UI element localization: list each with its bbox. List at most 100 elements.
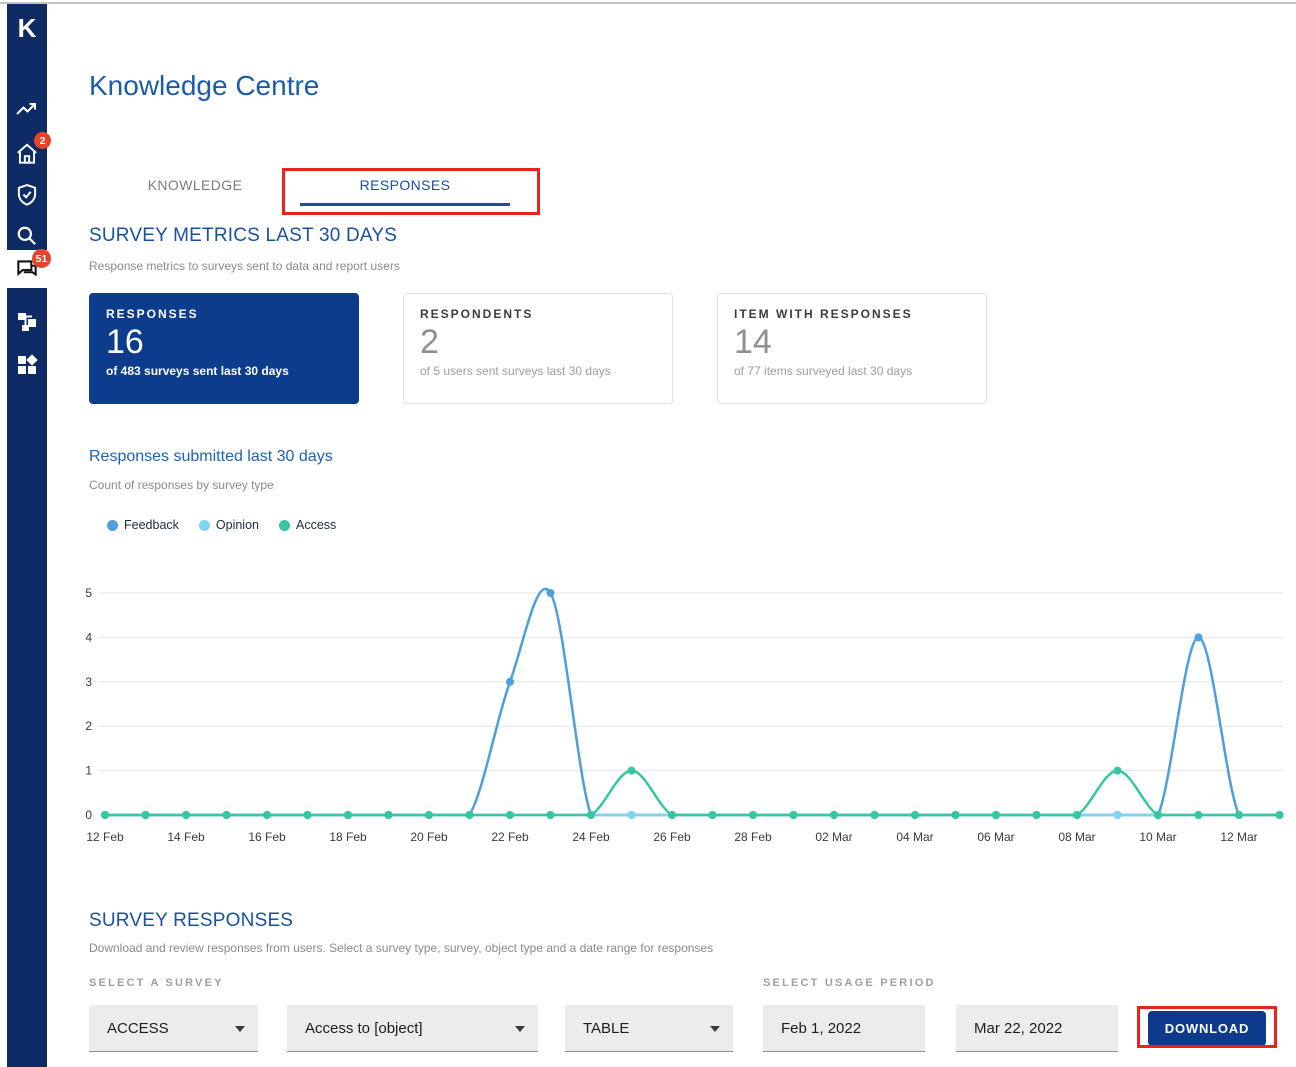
- chart-point-access: [547, 811, 555, 819]
- legend-item-feedback[interactable]: Feedback: [107, 518, 179, 532]
- chart-x-label: 04 Mar: [896, 830, 933, 844]
- legend-dot: [279, 520, 290, 531]
- chart-x-label: 26 Feb: [653, 830, 691, 844]
- chart-x-label: 18 Feb: [329, 830, 367, 844]
- chart-y-label: 0: [85, 808, 92, 822]
- trending-up-icon: [15, 97, 39, 121]
- chart-point-opinion: [628, 811, 636, 819]
- chevron-down-icon: [235, 1026, 245, 1032]
- legend-label: Access: [296, 518, 336, 532]
- sidebar-item-hierarchy[interactable]: [7, 304, 47, 338]
- end-date-value: Mar 22, 2022: [974, 1020, 1062, 1037]
- chart-point-access: [628, 767, 636, 775]
- dashboard-icon: [15, 353, 39, 377]
- metrics-section-title: SURVEY METRICS LAST 30 DAYS: [89, 225, 397, 247]
- chart-legend: Feedback Opinion Access: [107, 518, 336, 532]
- chart-x-label: 28 Feb: [734, 830, 772, 844]
- start-date-value: Feb 1, 2022: [781, 1020, 861, 1037]
- chart-point-access: [830, 811, 838, 819]
- active-tab-indicator: [300, 203, 510, 206]
- chart-x-label: 02 Mar: [815, 830, 852, 844]
- legend-label: Opinion: [216, 518, 259, 532]
- surveys-notification-badge: 51: [32, 249, 51, 268]
- chart-y-label: 4: [85, 630, 92, 644]
- chart-point-access: [668, 811, 676, 819]
- chart-title: Responses submitted last 30 days: [89, 448, 333, 466]
- search-icon: [14, 223, 40, 249]
- sitemap-icon: [15, 309, 39, 333]
- chart-point-access: [506, 811, 514, 819]
- chart-x-label: 22 Feb: [491, 830, 529, 844]
- chart-point-access: [790, 811, 798, 819]
- responses-chart: 01234512 Feb14 Feb16 Feb18 Feb20 Feb22 F…: [60, 575, 1296, 860]
- chart-point-access: [992, 811, 1000, 819]
- metric-value: 16: [106, 323, 342, 361]
- chart-y-label: 5: [85, 586, 92, 600]
- metric-caption: of 483 surveys sent last 30 days: [106, 364, 342, 378]
- metric-card-items-with-responses[interactable]: ITEM WITH RESPONSES 14 of 77 items surve…: [717, 293, 987, 404]
- legend-item-opinion[interactable]: Opinion: [199, 518, 259, 532]
- chart-point-access: [911, 811, 919, 819]
- chart-y-label: 1: [85, 764, 92, 778]
- home-notification-badge: 2: [34, 132, 51, 149]
- metric-label: RESPONSES: [106, 307, 342, 321]
- legend-item-access[interactable]: Access: [279, 518, 336, 532]
- window-top-border: [0, 2, 1296, 4]
- sidebar-item-analytics[interactable]: [7, 92, 47, 126]
- sidebar-item-compliance[interactable]: [7, 178, 47, 212]
- chart-point-access: [1276, 811, 1284, 819]
- chart-x-label: 12 Feb: [86, 830, 124, 844]
- tab-responses[interactable]: RESPONSES: [300, 165, 510, 205]
- survey-type-select[interactable]: ACCESS: [89, 1005, 258, 1052]
- chart-x-label: 16 Feb: [248, 830, 286, 844]
- sidebar: K: [7, 4, 47, 1067]
- chart-point-access: [1195, 811, 1203, 819]
- chart-point-access: [587, 811, 595, 819]
- shield-check-icon: [14, 182, 40, 208]
- chart-point-access: [223, 811, 231, 819]
- page-title: Knowledge Centre: [89, 70, 319, 102]
- tab-bar: KNOWLEDGE RESPONSES: [90, 165, 510, 205]
- tab-knowledge[interactable]: KNOWLEDGE: [90, 165, 300, 205]
- object-type-select[interactable]: TABLE: [565, 1005, 733, 1052]
- chart-point-feedback: [547, 589, 555, 597]
- chart-series-line-access: [105, 771, 1280, 815]
- chart-x-label: 14 Feb: [167, 830, 205, 844]
- chart-point-opinion: [1114, 811, 1122, 819]
- object-type-value: TABLE: [583, 1020, 629, 1037]
- chart-x-label: 12 Mar: [1220, 830, 1257, 844]
- chart-point-access: [385, 811, 393, 819]
- survey-select[interactable]: Access to [object]: [287, 1005, 538, 1052]
- chart-point-access: [142, 811, 150, 819]
- metric-card-respondents[interactable]: RESPONDENTS 2 of 5 users sent surveys la…: [403, 293, 673, 404]
- responses-line-chart: 01234512 Feb14 Feb16 Feb18 Feb20 Feb22 F…: [60, 575, 1296, 860]
- chart-point-access: [344, 811, 352, 819]
- start-date-field[interactable]: Feb 1, 2022: [763, 1005, 925, 1052]
- chart-point-feedback: [1195, 633, 1203, 641]
- chart-x-label: 24 Feb: [572, 830, 610, 844]
- sidebar-item-dashboards[interactable]: [7, 348, 47, 382]
- select-survey-label: SELECT A SURVEY: [89, 977, 224, 989]
- metric-card-responses[interactable]: RESPONSES 16 of 483 surveys sent last 30…: [89, 293, 359, 404]
- download-button[interactable]: DOWNLOAD: [1148, 1011, 1266, 1046]
- filter-controls-row: ACCESS Access to [object] TABLE Feb 1, 2…: [0, 1005, 1296, 1052]
- survey-value: Access to [object]: [305, 1020, 423, 1037]
- metric-cards: RESPONSES 16 of 483 surveys sent last 30…: [89, 293, 987, 404]
- metric-caption: of 5 users sent surveys last 30 days: [420, 364, 656, 378]
- usage-period-label: SELECT USAGE PERIOD: [763, 977, 936, 989]
- chart-point-access: [1114, 767, 1122, 775]
- chart-point-access: [749, 811, 757, 819]
- sidebar-item-search[interactable]: [7, 219, 47, 253]
- chart-point-access: [466, 811, 474, 819]
- legend-dot: [107, 520, 118, 531]
- chart-y-label: 3: [85, 675, 92, 689]
- chart-point-access: [304, 811, 312, 819]
- chart-point-access: [871, 811, 879, 819]
- end-date-field[interactable]: Mar 22, 2022: [956, 1005, 1118, 1052]
- chart-point-access: [1073, 811, 1081, 819]
- chart-point-access: [1235, 811, 1243, 819]
- metric-label: ITEM WITH RESPONSES: [734, 307, 970, 321]
- chart-point-access: [1154, 811, 1162, 819]
- survey-responses-subtitle: Download and review responses from users…: [89, 941, 713, 955]
- chart-x-label: 10 Mar: [1139, 830, 1176, 844]
